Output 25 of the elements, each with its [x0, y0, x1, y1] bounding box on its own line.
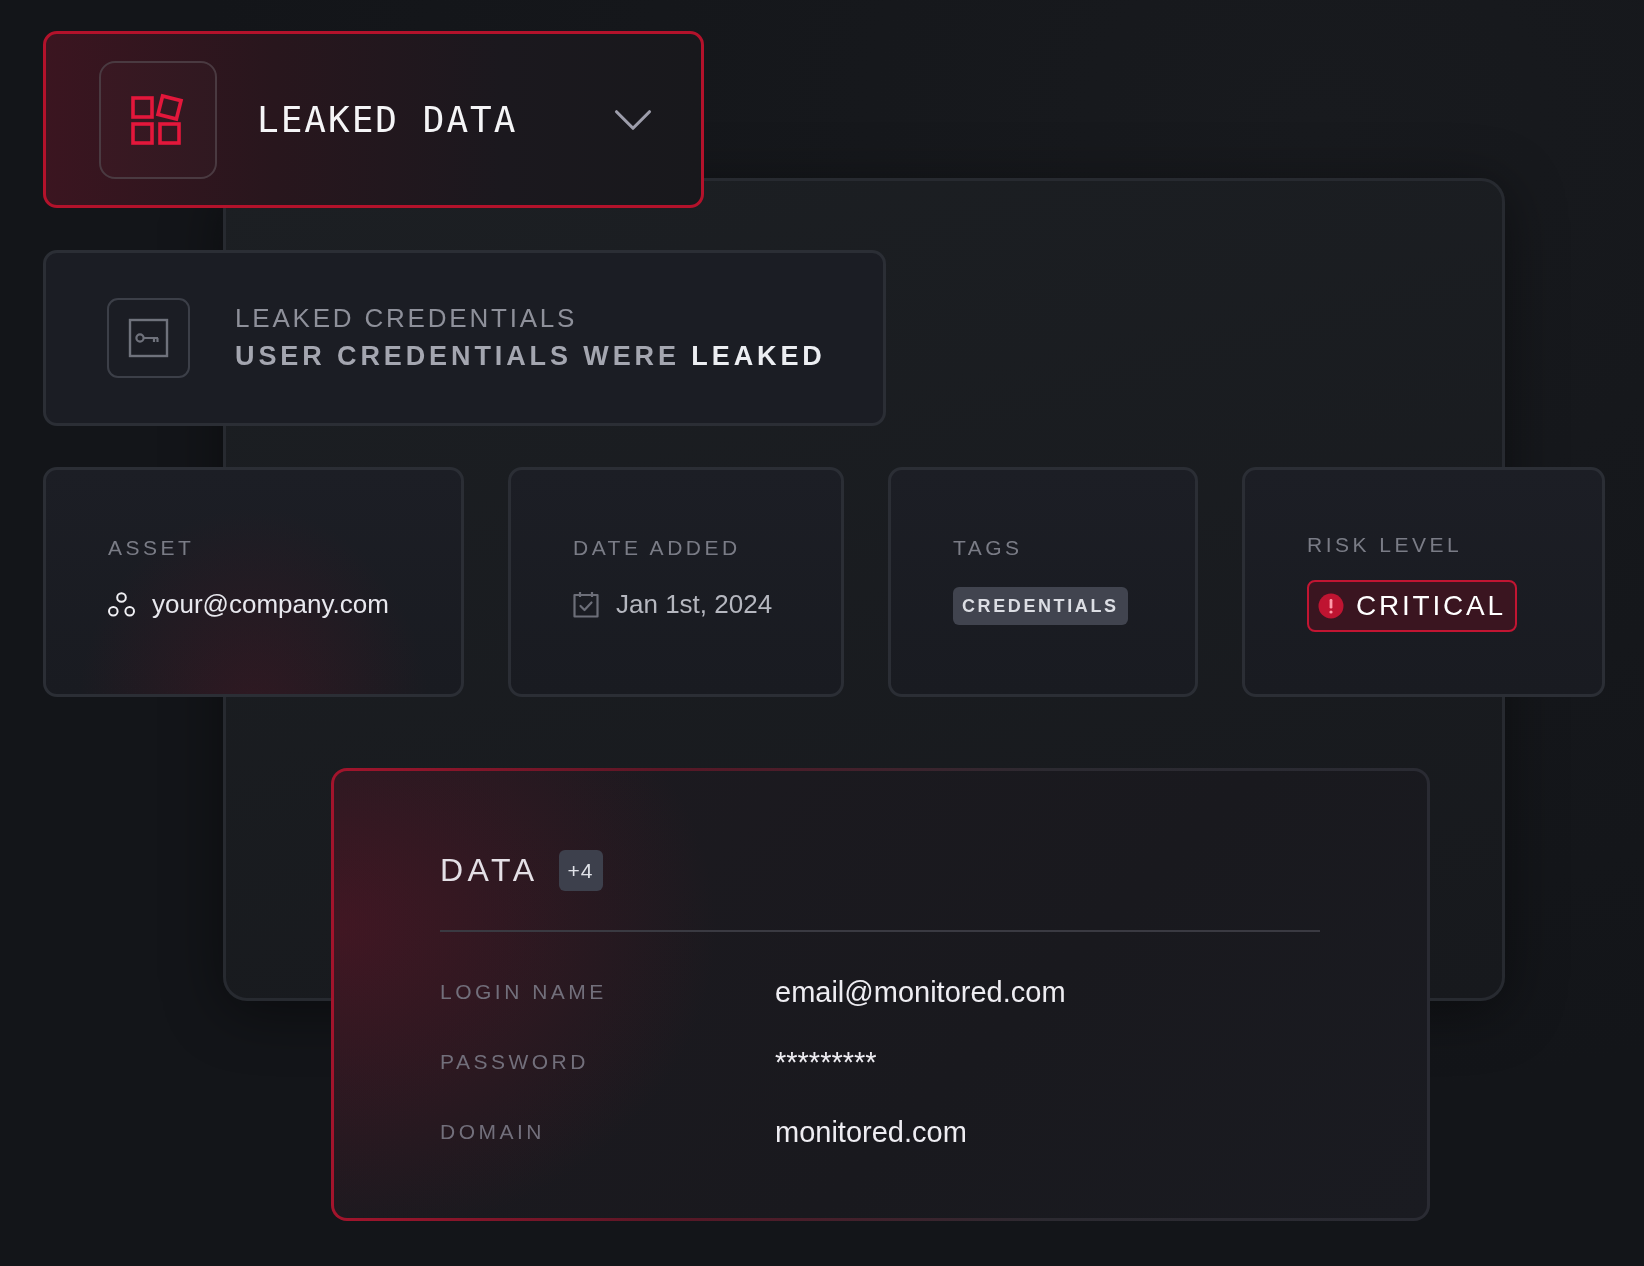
date-value: Jan 1st, 2024 — [616, 589, 773, 619]
chevron-down-icon — [614, 108, 652, 131]
field-value: ********* — [775, 1045, 877, 1080]
key-icon — [107, 298, 190, 378]
alert-label: LEAKED CREDENTIALS — [235, 302, 579, 335]
field-label: LOGIN NAME — [440, 979, 608, 1005]
data-title: DATA — [440, 851, 539, 889]
detail-label: DATE ADDED — [573, 535, 741, 561]
tag: CREDENTIALS — [953, 587, 1128, 625]
count-badge: +4 — [558, 849, 603, 891]
asset-value: your@company.com — [152, 589, 389, 619]
field-value: email@monitored.com — [775, 975, 1066, 1010]
calendar-check-icon — [573, 590, 599, 618]
circles-icon — [108, 591, 135, 617]
detail-label: RISK LEVEL — [1307, 532, 1463, 558]
detail-label: ASSET — [108, 535, 195, 561]
alert-message: USER CREDENTIALS WERE LEAKED — [235, 340, 826, 373]
risk-level-text: CRITICAL — [1356, 590, 1506, 622]
grid-icon — [99, 60, 217, 179]
category-dropdown[interactable]: LEAKED DATA — [43, 31, 704, 208]
field-value: monitored.com — [775, 1115, 967, 1150]
field-label: PASSWORD — [440, 1049, 590, 1075]
field-label: DOMAIN — [440, 1119, 546, 1145]
detail-label: TAGS — [953, 535, 1023, 561]
alert-icon — [1318, 593, 1344, 619]
